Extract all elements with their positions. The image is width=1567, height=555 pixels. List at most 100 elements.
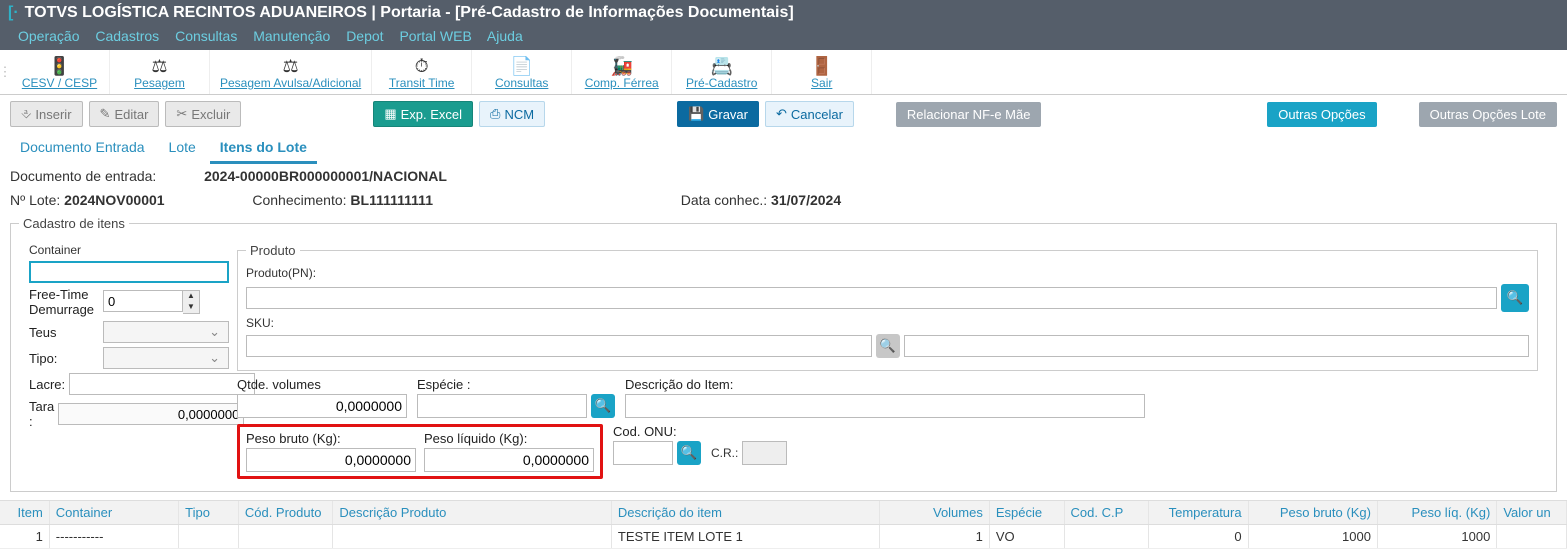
container-input[interactable] [29, 261, 229, 283]
delete-button[interactable]: ✂Excluir [165, 101, 241, 127]
edit-button[interactable]: ✎Editar [89, 101, 160, 127]
especie-lookup-button[interactable]: 🔍 [591, 394, 615, 418]
ribbon-compferrea[interactable]: 🚂Comp. Férrea [572, 50, 672, 94]
train-icon: 🚂 [582, 56, 661, 76]
sku-lookup-button[interactable]: 🔍 [876, 334, 900, 358]
conhec-label: Conhecimento: [252, 192, 346, 208]
tipo-combo[interactable] [103, 347, 229, 369]
insert-button[interactable]: ⎀Inserir [10, 101, 83, 127]
conhec-value: BL111111111 [350, 192, 433, 208]
spinner-down-icon[interactable]: ▼ [183, 302, 199, 313]
save-label: Gravar [708, 107, 748, 122]
descitem-input[interactable] [625, 394, 1145, 418]
ribbon-cesv-label: CESV / CESP [20, 76, 99, 90]
codonu-input[interactable] [613, 441, 673, 465]
ribbon-pesagem[interactable]: ⚖Pesagem [110, 50, 210, 94]
outras-opcoes-lote-button[interactable]: Outras Opções Lote [1419, 102, 1557, 127]
rel-nfe-button[interactable]: Relacionar NF-e Mãe [896, 102, 1042, 127]
dataconhec-value: 31/07/2024 [771, 192, 841, 208]
col-cod-produto[interactable]: Cód. Produto [239, 501, 334, 524]
cancel-button[interactable]: ↶ Cancelar [765, 101, 854, 127]
sku-label: SKU: [246, 316, 1529, 330]
search-icon: 🔍 [1507, 290, 1524, 306]
col-peso-bruto[interactable]: Peso bruto (Kg) [1249, 501, 1378, 524]
lower-fields: Qtde. volumes Espécie : 🔍 Descrição do I… [237, 377, 1538, 418]
tab-itens-do-lote[interactable]: Itens do Lote [210, 133, 317, 164]
menu-depot[interactable]: Depot [346, 28, 383, 44]
menu-ajuda[interactable]: Ajuda [487, 28, 523, 44]
peso-highlight-box: Peso bruto (Kg): Peso líquido (Kg): [237, 424, 603, 479]
tab-lote[interactable]: Lote [159, 133, 206, 164]
col-item[interactable]: Item [0, 501, 50, 524]
col-desc-produto[interactable]: Descrição Produto [333, 501, 611, 524]
ribbon-consultas[interactable]: 📄Consultas [472, 50, 572, 94]
edit-icon: ✎ [100, 106, 111, 122]
col-tipo[interactable]: Tipo [179, 501, 239, 524]
produto-pn-input[interactable] [246, 287, 1497, 309]
cell-desci: TESTE ITEM LOTE 1 [612, 525, 881, 548]
cell-temp: 0 [1149, 525, 1249, 548]
menu-bar: Operação Cadastros Consultas Manutenção … [0, 26, 1567, 50]
cell-codp [239, 525, 334, 548]
freetime-spinner[interactable]: ▲▼ [103, 290, 200, 314]
cadastro-itens-legend: Cadastro de itens [19, 216, 129, 231]
produto-pn-label: Produto(PN): [246, 266, 1529, 280]
save-button[interactable]: 💾Gravar [677, 101, 759, 127]
export-excel-button[interactable]: ▦ Exp. Excel [373, 101, 473, 127]
rel-nfe-label: Relacionar NF-e Mãe [907, 107, 1031, 122]
ncm-button[interactable]: ⎙NCM [479, 101, 545, 127]
codonu-lookup-button[interactable]: 🔍 [677, 441, 701, 465]
cell-vol: 1 [880, 525, 989, 548]
pesobruto-input[interactable] [246, 448, 416, 472]
col-temperatura[interactable]: Temperatura [1149, 501, 1249, 524]
produto-lookup-button[interactable]: 🔍 [1501, 284, 1529, 312]
menu-cadastros[interactable]: Cadastros [95, 28, 159, 44]
ribbon-handle[interactable]: ⋮ [0, 50, 10, 94]
col-especie[interactable]: Espécie [990, 501, 1065, 524]
spinner-up-icon[interactable]: ▲ [183, 291, 199, 302]
col-valor-un[interactable]: Valor un [1497, 501, 1567, 524]
outras-opcoes-button[interactable]: Outras Opções [1267, 102, 1376, 127]
scale-icon: ⚖ [220, 56, 361, 76]
col-peso-liq[interactable]: Peso líq. (Kg) [1378, 501, 1497, 524]
undo-icon: ↶ [776, 106, 787, 122]
ribbon-precadastro-label: Pré-Cadastro [682, 76, 761, 90]
table-row[interactable]: 1 ----------- TESTE ITEM LOTE 1 1 VO 0 1… [0, 525, 1567, 549]
ribbon-cesv[interactable]: 🚦CESV / CESP [10, 50, 110, 94]
produto-legend: Produto [246, 243, 300, 258]
teus-combo[interactable] [103, 321, 229, 343]
menu-operacao[interactable]: Operação [18, 28, 79, 44]
produto-group: Produto Produto(PN): 🔍 SKU: 🔍 [237, 243, 1538, 371]
tara-label: Tara : [29, 399, 54, 429]
cancel-label: Cancelar [791, 107, 843, 122]
qtde-input[interactable] [237, 394, 407, 418]
cell-container: ----------- [50, 525, 179, 548]
sku-input[interactable] [246, 335, 872, 357]
document-icon: 📄 [482, 56, 561, 76]
sku-desc-input[interactable] [904, 335, 1530, 357]
excel-icon: ▦ [384, 106, 396, 122]
dataconhec-label: Data conhec.: [681, 192, 767, 208]
col-cod-cp[interactable]: Cod. C.P [1065, 501, 1150, 524]
menu-consultas[interactable]: Consultas [175, 28, 237, 44]
ribbon-pesagem-avulsa[interactable]: ⚖Pesagem Avulsa/Adicional [210, 50, 372, 94]
items-grid: Item Container Tipo Cód. Produto Descriç… [0, 500, 1567, 549]
pesoliq-input[interactable] [424, 448, 594, 472]
lacre-input[interactable] [69, 373, 255, 395]
freetime-input[interactable] [103, 290, 183, 312]
col-desc-item[interactable]: Descrição do item [612, 501, 881, 524]
export-excel-label: Exp. Excel [401, 107, 462, 122]
especie-input[interactable] [417, 394, 587, 418]
ribbon-compferrea-label: Comp. Férrea [582, 76, 661, 90]
col-container[interactable]: Container [50, 501, 179, 524]
ribbon-sair[interactable]: 🚪Sair [772, 50, 872, 94]
col-volumes[interactable]: Volumes [880, 501, 989, 524]
menu-manutencao[interactable]: Manutenção [253, 28, 330, 44]
ribbon-transittime[interactable]: ⏱Transit Time [372, 50, 472, 94]
ribbon-precadastro[interactable]: 📇Pré-Cadastro [672, 50, 772, 94]
cell-ccp [1065, 525, 1150, 548]
outras-opcoes-lote-label: Outras Opções Lote [1430, 107, 1546, 122]
tab-documento-entrada[interactable]: Documento Entrada [10, 133, 155, 164]
menu-portalweb[interactable]: Portal WEB [399, 28, 471, 44]
teus-label: Teus [29, 325, 99, 340]
